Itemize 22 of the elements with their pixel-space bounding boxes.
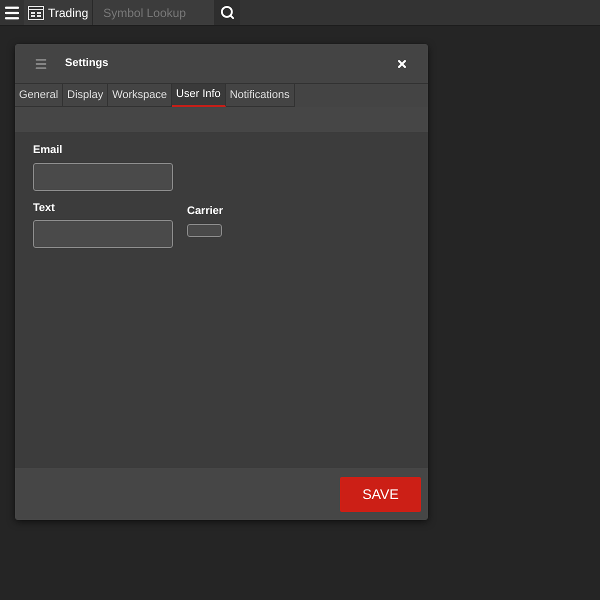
field-label: Text bbox=[33, 200, 56, 216]
tab[interactable]: User Info bbox=[172, 84, 226, 107]
menu-icon bbox=[34, 56, 48, 70]
tab[interactable]: Notifications bbox=[226, 84, 295, 107]
window-icon bbox=[28, 6, 44, 20]
search-icon bbox=[220, 5, 235, 20]
app-button[interactable]: Trading bbox=[24, 0, 94, 25]
field-label: Carrier bbox=[187, 204, 224, 219]
search-button[interactable] bbox=[214, 0, 240, 25]
text-field[interactable] bbox=[33, 162, 173, 190]
close-button[interactable] bbox=[396, 58, 408, 70]
tab[interactable]: Workspace bbox=[108, 84, 172, 107]
menu-icon bbox=[3, 4, 21, 22]
tab[interactable]: Display bbox=[63, 84, 108, 107]
dialog-title: Settings bbox=[65, 56, 108, 72]
field-label: Email bbox=[33, 143, 64, 158]
text-field[interactable] bbox=[33, 220, 173, 248]
select-field[interactable] bbox=[187, 224, 222, 236]
tab[interactable]: General bbox=[15, 84, 64, 107]
close-icon bbox=[396, 58, 408, 70]
symbol-search-field[interactable]: Symbol Lookup bbox=[93, 0, 214, 25]
save-button[interactable]: SAVE bbox=[340, 476, 421, 512]
